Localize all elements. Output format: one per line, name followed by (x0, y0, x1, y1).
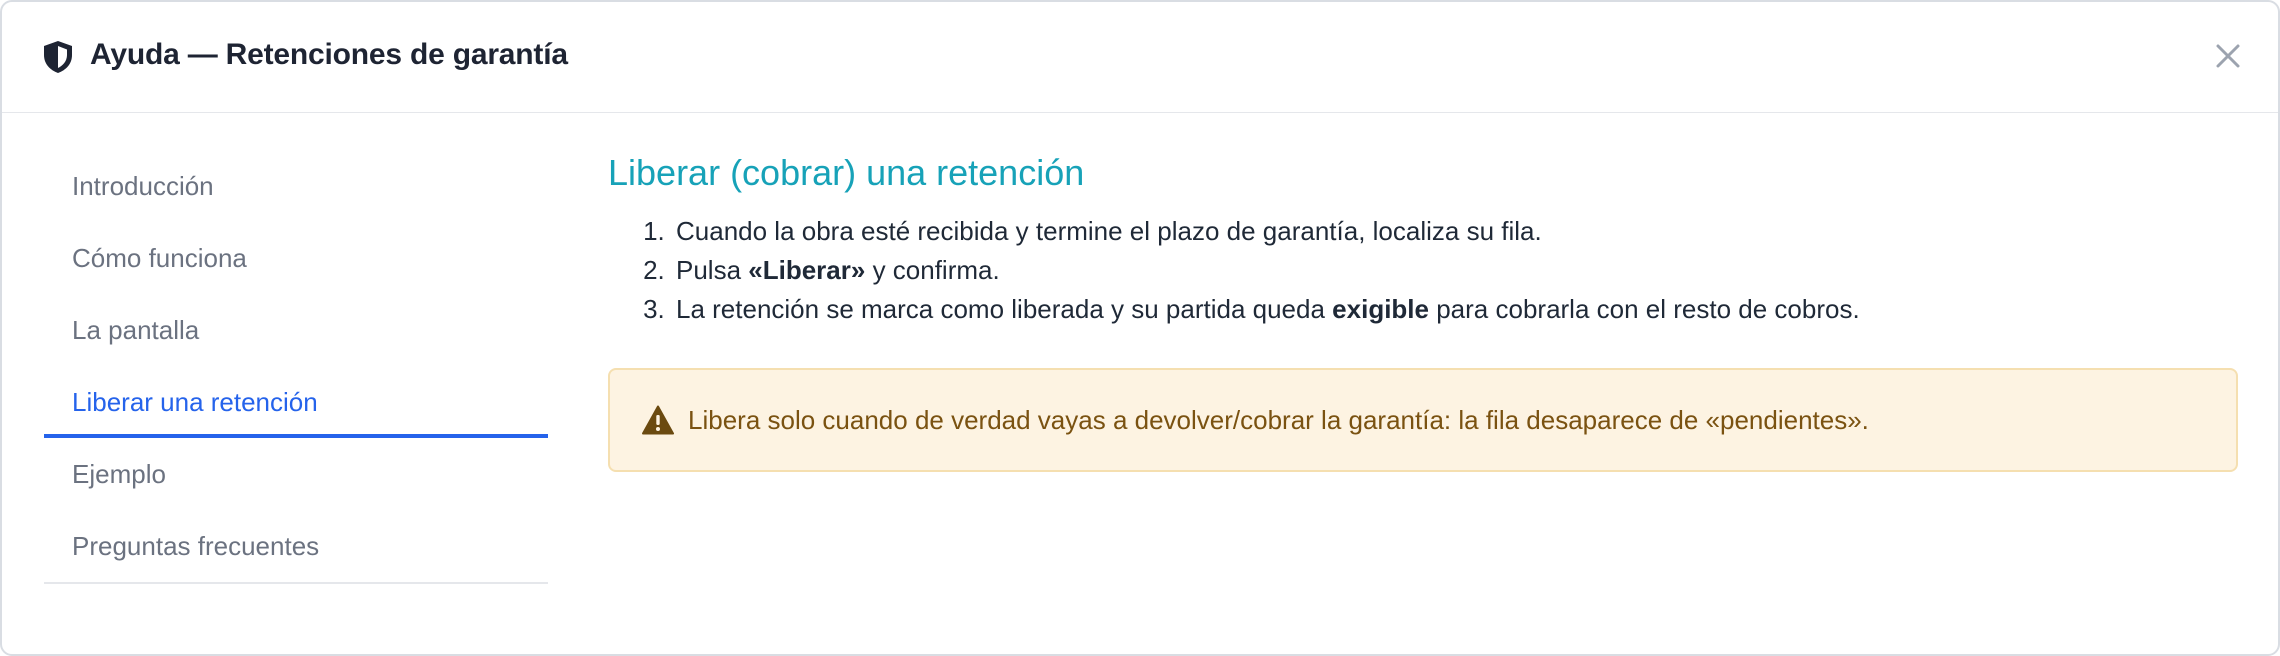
nav-item-preguntas-frecuentes[interactable]: Preguntas frecuentes (44, 510, 548, 582)
alert-text: Libera solo cuando de verdad vayas a dev… (688, 404, 1869, 435)
nav-item-ejemplo[interactable]: Ejemplo (44, 438, 548, 510)
warning-icon (642, 405, 674, 435)
nav-item-la-pantalla[interactable]: La pantalla (44, 294, 548, 366)
help-content: Liberar (cobrar) una retención Cuando la… (608, 148, 2240, 472)
shield-icon (44, 41, 72, 73)
close-button[interactable] (2208, 36, 2248, 76)
nav-item-como-funciona[interactable]: Cómo funciona (44, 222, 548, 294)
step-text-post: y confirma. (865, 255, 1000, 285)
nav-item-liberar-retencion[interactable]: Liberar una retención (44, 366, 548, 438)
step-item: Pulsa «Liberar» y confirma. (672, 251, 2240, 290)
step-text-bold: exigible (1332, 294, 1429, 324)
step-text: Cuando la obra esté recibida y termine e… (676, 216, 1542, 246)
steps-list: Cuando la obra esté recibida y termine e… (608, 212, 2240, 329)
help-sidebar-nav: Introducción Cómo funciona La pantalla L… (44, 150, 548, 584)
step-text-pre: La retención se marca como liberada y su… (676, 294, 1333, 324)
warning-alert: Libera solo cuando de verdad vayas a dev… (608, 368, 2238, 472)
dialog-title: Ayuda — Retenciones de garantía (90, 38, 568, 71)
help-dialog: Ayuda — Retenciones de garantía Introduc… (0, 0, 2280, 656)
step-item: La retención se marca como liberada y su… (672, 290, 2240, 329)
nav-item-introduccion[interactable]: Introducción (44, 150, 548, 222)
step-text-bold: «Liberar» (748, 255, 866, 285)
nav-divider (44, 582, 548, 584)
section-heading: Liberar (cobrar) una retención (608, 152, 1085, 193)
close-icon (2216, 44, 2240, 68)
step-item: Cuando la obra esté recibida y termine e… (672, 212, 2240, 251)
step-text-post: para cobrarla con el resto de cobros. (1429, 294, 1860, 324)
step-text-pre: Pulsa (676, 255, 749, 285)
dialog-header: Ayuda — Retenciones de garantía (2, 2, 2278, 113)
